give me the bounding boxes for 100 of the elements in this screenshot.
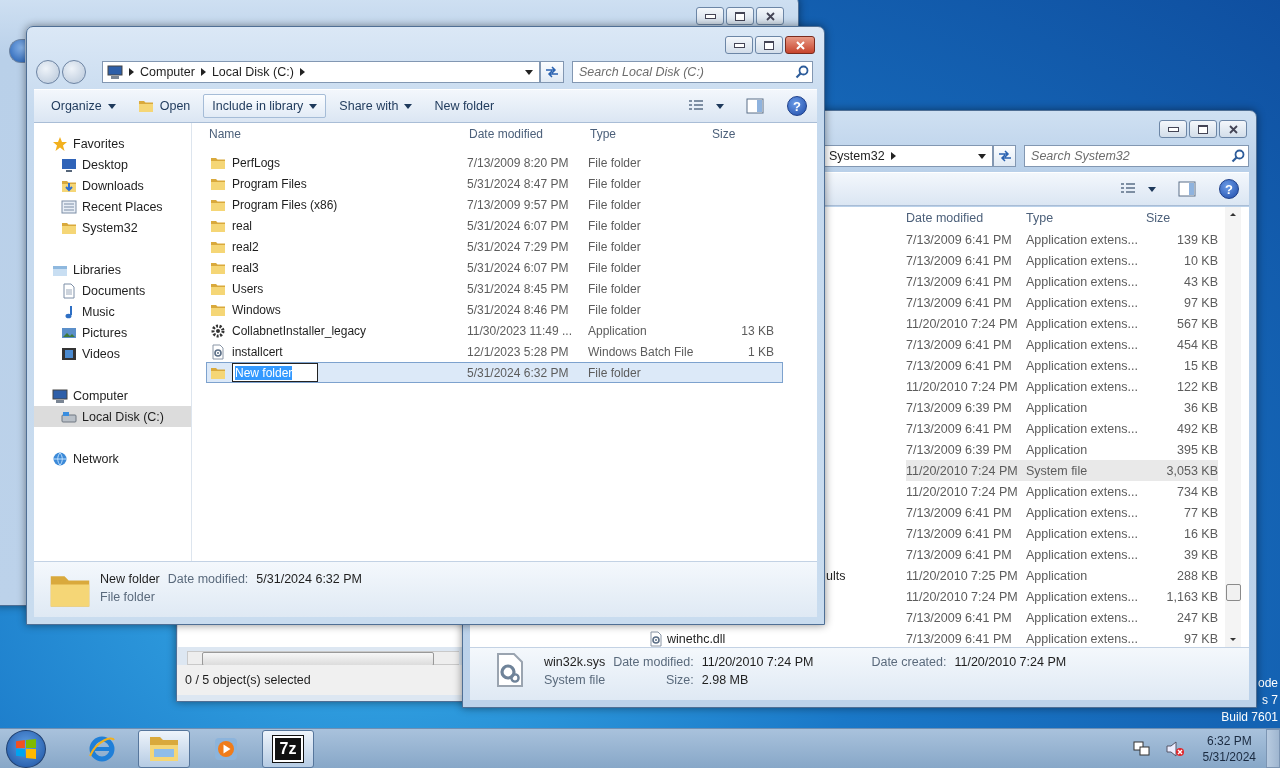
forward-button[interactable]: [62, 60, 86, 84]
close-button[interactable]: [1219, 120, 1247, 138]
dropdown-icon[interactable]: [978, 153, 987, 159]
minimize-button[interactable]: [725, 36, 753, 54]
column-header[interactable]: Date modified: [906, 211, 1026, 225]
refresh-arrows-icon: [545, 66, 559, 78]
type-cell-text: File folder: [588, 218, 642, 233]
breadcrumb[interactable]: System32: [829, 149, 885, 163]
file-row[interactable]: real3 5/31/2024 6:07 PM File folder: [206, 257, 783, 278]
file-row[interactable]: real 5/31/2024 6:07 PM File folder: [206, 215, 783, 236]
nav-item[interactable]: Computer: [34, 385, 191, 406]
help-button[interactable]: ?: [787, 96, 807, 116]
nav-item[interactable]: Desktop: [34, 154, 191, 175]
toolbar-button[interactable]: Open: [128, 94, 200, 118]
file-row[interactable]: 11/20/2010 7:24 PM System file 3,053 KB: [906, 460, 1218, 481]
column-header[interactable]: Name: [206, 127, 466, 141]
file-row[interactable]: 7/13/2009 6:41 PM Application extens... 139 KB: [906, 229, 1218, 250]
toolbar-button[interactable]: Organize: [42, 94, 125, 118]
file-name[interactable]: winethc.dll: [667, 631, 726, 646]
refresh-button[interactable]: [540, 61, 564, 83]
nav-item[interactable]: Libraries: [34, 259, 191, 280]
column-header[interactable]: Size: [709, 127, 773, 141]
nav-item[interactable]: Recent Places: [34, 196, 191, 217]
back-button[interactable]: [9, 39, 25, 63]
file-row[interactable]: 11/20/2010 7:25 PM Application 288 KB: [906, 565, 1218, 586]
maximize-button[interactable]: [726, 7, 754, 25]
maximize-button[interactable]: [755, 36, 783, 54]
file-row[interactable]: PerfLogs 7/13/2009 8:20 PM File folder: [206, 152, 783, 173]
file-row[interactable]: 7/13/2009 6:41 PM Application extens... 16 KB: [906, 523, 1218, 544]
file-row[interactable]: 7/13/2009 6:41 PM Application extens... 97 KB: [906, 628, 1218, 649]
file-row[interactable]: 7/13/2009 6:41 PM Application extens... 97 KB: [906, 292, 1218, 313]
column-header[interactable]: Type: [587, 127, 709, 141]
nav-item[interactable]: Network: [34, 448, 191, 469]
nav-item[interactable]: Documents: [34, 280, 191, 301]
column-header[interactable]: Type: [1026, 211, 1146, 225]
maximize-button[interactable]: [1189, 120, 1217, 138]
taskbar-button[interactable]: 7z: [262, 729, 314, 768]
file-row[interactable]: 11/20/2010 7:24 PM Application extens... 1,163 KB: [906, 586, 1218, 607]
file-row[interactable]: 7/13/2009 6:41 PM Application extens... 77 KB: [906, 502, 1218, 523]
nav-item[interactable]: Downloads: [34, 175, 191, 196]
file-row[interactable]: real2 5/31/2024 7:29 PM File folder: [206, 236, 783, 257]
file-row[interactable]: 7/13/2009 6:41 PM Application extens... 247 KB: [906, 607, 1218, 628]
file-row[interactable]: 7/13/2009 6:39 PM Application 36 KB: [906, 397, 1218, 418]
nav-item[interactable]: Music: [34, 301, 191, 322]
file-row[interactable]: Program Files (x86) 7/13/2009 9:57 PM File folder: [206, 194, 783, 215]
file-row[interactable]: 7/13/2009 6:39 PM Application 395 KB: [906, 439, 1218, 460]
preview-pane-icon: [1178, 181, 1196, 197]
close-button[interactable]: [756, 7, 784, 25]
file-row[interactable]: Windows 5/31/2024 8:46 PM File folder: [206, 299, 783, 320]
file-type: System file: [544, 673, 606, 687]
file-row[interactable]: installcert 12/1/2023 5:28 PM Windows Batch File 1 KB: [206, 341, 783, 362]
dropdown-icon[interactable]: [525, 69, 533, 75]
file-row[interactable]: 7/13/2009 6:41 PM Application extens... 492 KB: [906, 418, 1218, 439]
folder-icon: [137, 98, 154, 114]
file-row[interactable]: 11/20/2010 7:24 PM Application extens... 567 KB: [906, 313, 1218, 334]
file-row[interactable]: 7/13/2009 6:41 PM Application extens... 43 KB: [906, 271, 1218, 292]
file-row[interactable]: 11/20/2010 7:24 PM Application extens... 734 KB: [906, 481, 1218, 502]
file-row[interactable]: 11/20/2010 7:24 PM Application extens... 122 KB: [906, 376, 1218, 397]
size-cell-text: 395 KB: [1176, 442, 1218, 457]
date-cell-text: 7/13/2009 6:41 PM: [906, 631, 1013, 646]
file-row[interactable]: New folder 5/31/2024 6:32 PM File folder: [206, 362, 783, 383]
date-cell-text: 11/20/2010 7:24 PM: [906, 379, 1019, 394]
breadcrumb[interactable]: Local Disk (C:): [211, 65, 294, 79]
nav-item[interactable]: Favorites: [34, 133, 191, 154]
date-cell-text: 7/13/2009 6:41 PM: [906, 421, 1013, 436]
file-row[interactable]: 7/13/2009 6:41 PM Application extens... 10 KB: [906, 250, 1218, 271]
nav-item[interactable]: System32: [34, 217, 191, 238]
help-button[interactable]: ?: [1219, 179, 1239, 199]
nav-item[interactable]: Local Disk (C:): [34, 406, 191, 427]
address-bar[interactable]: Computer Local Disk (C:): [102, 61, 540, 83]
back-button[interactable]: [36, 60, 60, 84]
date-cell-text: 11/20/2010 7:24 PM: [906, 484, 1019, 499]
minimize-button[interactable]: [696, 7, 724, 25]
breadcrumb[interactable]: Computer: [140, 65, 195, 79]
nav-item[interactable]: Pictures: [34, 322, 191, 343]
file-row[interactable]: 7/13/2009 6:41 PM Application extens... 39 KB: [906, 544, 1218, 565]
vertical-scrollbar[interactable]: [1225, 207, 1241, 647]
file-row[interactable]: Program Files 5/31/2024 8:47 PM File folder: [206, 173, 783, 194]
refresh-button[interactable]: [993, 145, 1017, 167]
property-value: 2.98 MB: [701, 673, 750, 687]
minimize-button[interactable]: [1159, 120, 1187, 138]
file-row[interactable]: 7/13/2009 6:41 PM Application extens... 15 KB: [906, 355, 1218, 376]
chevron-icon: [299, 68, 305, 76]
horizontal-scrollbar[interactable]: [187, 651, 459, 665]
file-name: real3: [232, 260, 259, 275]
file-row[interactable]: CollabnetInstaller_legacy 11/30/2023 11:49 ... Application 13 KB: [206, 320, 783, 341]
column-header[interactable]: Size: [1146, 211, 1218, 225]
toolbar-button[interactable]: Include in library: [203, 94, 327, 118]
nav-item[interactable]: Videos: [34, 343, 191, 364]
start-button[interactable]: [6, 729, 46, 768]
toolbar-button[interactable]: Share with: [330, 94, 422, 118]
refresh-arrows-icon: [997, 150, 1012, 162]
file-name[interactable]: ults: [826, 568, 846, 583]
close-button[interactable]: [785, 36, 815, 54]
file-row[interactable]: Users 5/31/2024 8:45 PM File folder: [206, 278, 783, 299]
size-cell-text: 97 KB: [1182, 295, 1218, 310]
file-row[interactable]: 7/13/2009 6:41 PM Application extens... 454 KB: [906, 334, 1218, 355]
toolbar-button[interactable]: New folder: [425, 94, 504, 118]
column-header[interactable]: Date modified: [466, 127, 587, 141]
taskbar-button[interactable]: [138, 729, 190, 768]
